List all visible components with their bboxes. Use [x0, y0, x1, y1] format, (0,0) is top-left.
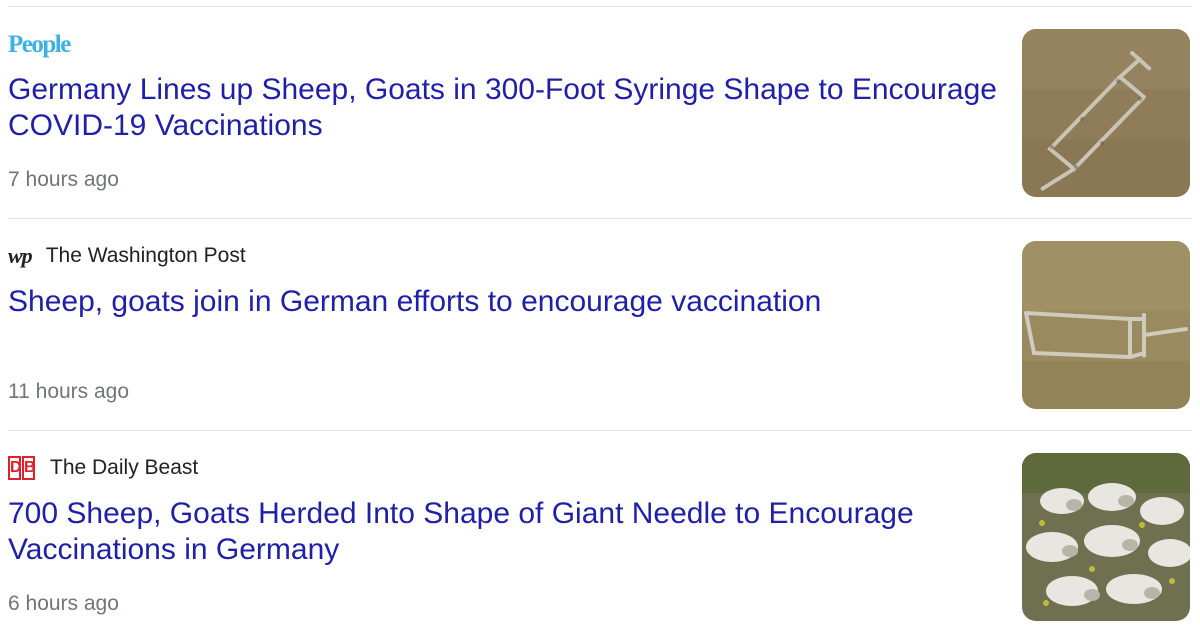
article-source: People: [8, 30, 71, 58]
article-thumbnail[interactable]: [1022, 241, 1190, 409]
article-thumbnail[interactable]: [1022, 29, 1190, 197]
divider: [8, 6, 1192, 7]
article-thumbnail[interactable]: [1022, 453, 1190, 621]
logo-letter-b: B: [22, 456, 36, 480]
divider: [8, 218, 1192, 219]
news-feed: People Germany Lines up Sheep, Goats in …: [0, 0, 1200, 638]
article-timestamp: 7 hours ago: [8, 168, 119, 191]
washington-post-logo: wp: [8, 243, 33, 268]
article-card-washington-post[interactable]: wp The Washington Post Sheep, goats join…: [0, 220, 1200, 430]
divider: [8, 430, 1192, 431]
logo-letter-d: D: [8, 456, 22, 480]
article-headline[interactable]: Germany Lines up Sheep, Goats in 300-Foo…: [8, 72, 998, 144]
article-timestamp: 6 hours ago: [8, 592, 119, 615]
article-timestamp: 11 hours ago: [8, 380, 130, 403]
article-card-daily-beast[interactable]: DB The Daily Beast 700 Sheep, Goats Herd…: [0, 432, 1200, 638]
article-headline[interactable]: Sheep, goats join in German efforts to e…: [8, 284, 998, 320]
daily-beast-logo: DB: [8, 455, 36, 481]
source-name: The Washington Post: [45, 244, 246, 267]
article-source: DB The Daily Beast: [8, 454, 198, 482]
article-source: wp The Washington Post: [8, 242, 246, 270]
article-card-people[interactable]: People Germany Lines up Sheep, Goats in …: [0, 8, 1200, 218]
people-logo: People: [8, 30, 71, 58]
article-headline[interactable]: 700 Sheep, Goats Herded Into Shape of Gi…: [8, 496, 998, 568]
source-name: The Daily Beast: [50, 456, 199, 479]
